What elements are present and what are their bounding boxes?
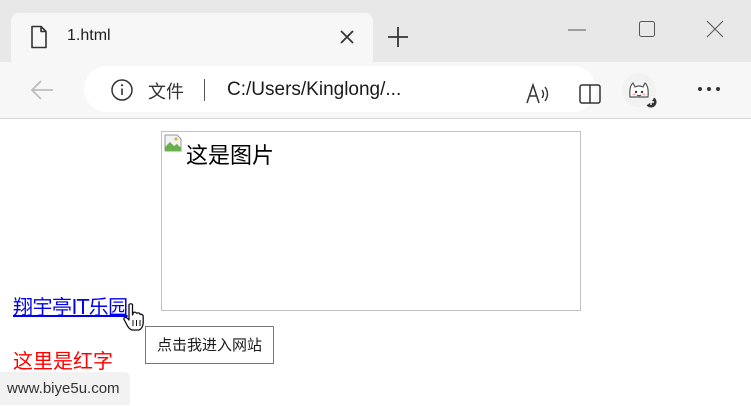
tab-strip: 1.html bbox=[0, 0, 751, 62]
minimize-icon[interactable] bbox=[568, 28, 586, 32]
close-icon[interactable] bbox=[337, 27, 357, 47]
file-icon bbox=[31, 25, 47, 49]
hand-cursor-icon bbox=[123, 303, 144, 331]
security-label: 文件 bbox=[148, 82, 184, 103]
address-separator bbox=[204, 79, 205, 101]
browser-toolbar: 文件 C:/Users/Kinglong/... bbox=[0, 62, 751, 119]
maximize-icon[interactable] bbox=[638, 20, 656, 38]
split-screen-icon[interactable] bbox=[578, 82, 602, 106]
tab-active[interactable]: 1.html bbox=[11, 13, 373, 62]
plus-icon[interactable] bbox=[386, 25, 410, 49]
status-bar: www.biye5u.com bbox=[0, 372, 130, 405]
broken-image: 这是图片 bbox=[161, 131, 581, 311]
window-close-icon[interactable] bbox=[706, 20, 724, 38]
read-aloud-icon[interactable] bbox=[525, 82, 551, 106]
image-alt-text: 这是图片 bbox=[186, 144, 275, 169]
info-icon[interactable] bbox=[110, 78, 134, 102]
cat-avatar[interactable] bbox=[622, 73, 656, 107]
back-arrow-icon[interactable] bbox=[28, 76, 56, 104]
red-text: 这里是红字 bbox=[13, 349, 113, 373]
address-url[interactable]: C:/Users/Kinglong/... bbox=[227, 79, 401, 101]
cat-avatar-icon bbox=[629, 82, 649, 98]
page-content: 这是图片 翔宇亭IT乐园 这里是红字 点击我进入网站 www.biye5u.co… bbox=[0, 119, 751, 406]
site-link[interactable]: 翔宇亭IT乐园 bbox=[13, 291, 128, 320]
address-bar[interactable]: 文件 C:/Users/Kinglong/... bbox=[84, 66, 657, 112]
link-tooltip: 点击我进入网站 bbox=[145, 326, 275, 364]
broken-image-icon bbox=[164, 134, 182, 152]
tab-title: 1.html bbox=[67, 27, 111, 44]
more-icon[interactable] bbox=[696, 84, 722, 94]
